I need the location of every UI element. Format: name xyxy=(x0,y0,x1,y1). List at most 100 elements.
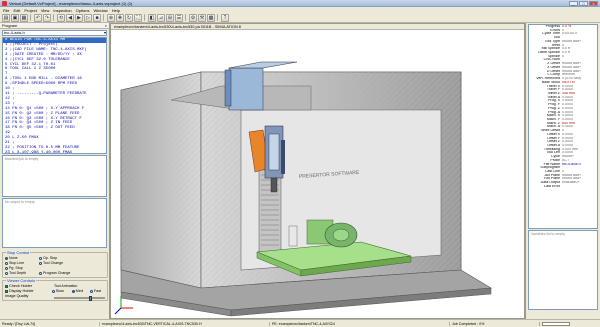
checkbox-icon xyxy=(5,290,8,293)
stop-option-program-change[interactable]: Program Change xyxy=(39,271,73,276)
app-icon xyxy=(2,0,7,6)
stop-icon[interactable]: ■ xyxy=(93,13,101,22)
viewer-controls-label: Viewer Controls xyxy=(6,278,37,283)
fit-icon[interactable]: ⛶ xyxy=(134,13,142,22)
machine-icon[interactable]: ▩ xyxy=(207,13,215,22)
menu-item-view[interactable]: View xyxy=(41,8,50,13)
step-icon[interactable]: ▷ xyxy=(84,13,92,22)
stop-control-label: Stop Control xyxy=(6,250,31,255)
status-job: Job Completed : 0% xyxy=(450,321,540,326)
compare-icon[interactable]: ⊞ xyxy=(166,13,174,22)
simulation-controls: Stop Control None Op. Stop Stop Line Tool C… xyxy=(2,250,108,318)
status-pe: PE: examplecnc\tanken\TNC-4-AXIS24 xyxy=(270,321,450,326)
stop-option-label: Tool Depth xyxy=(9,271,27,275)
stop-option-tool-depth[interactable]: Tool Depth xyxy=(5,271,39,276)
close-button[interactable]: × xyxy=(589,0,598,6)
menu-item-inspection[interactable]: Inspection xyxy=(53,8,71,13)
pan-icon[interactable]: ✥ xyxy=(116,13,124,22)
status-key: Last Error xyxy=(544,184,560,188)
nc-code-list[interactable]: 0 BEGIN PGM TNC-4-AXIS MM 1 ;(PROJECT : P… xyxy=(2,37,107,154)
machine-info-box: Machine/job to empty xyxy=(2,155,107,197)
radio-icon xyxy=(5,272,8,275)
menu-item-help[interactable]: Help xyxy=(112,8,120,13)
open-icon[interactable]: ▤ xyxy=(2,13,10,22)
radio-icon xyxy=(39,272,42,275)
measure-icon[interactable]: ⊿ xyxy=(157,13,165,22)
status-file: examplecnc\4-axis-tnc530\TNC-VERTICAL-4-… xyxy=(100,321,270,326)
menu-item-project[interactable]: Project xyxy=(24,8,36,13)
radio-icon xyxy=(39,257,42,260)
menu-item-window[interactable]: Window xyxy=(93,8,107,13)
reset-icon[interactable]: ⟲ xyxy=(57,13,65,22)
radio-icon xyxy=(89,290,93,293)
toolbar-separator xyxy=(103,14,105,21)
undo-icon[interactable]: ↶ xyxy=(34,13,42,22)
program-select[interactable]: tnc-4-axis.h ▾ xyxy=(2,30,107,36)
radio-icon xyxy=(51,290,55,293)
slider-thumb[interactable] xyxy=(89,295,93,301)
window-title: Vericut [Default.VcProject] - examplecnc… xyxy=(9,0,133,6)
speed-med-label: Med xyxy=(75,289,84,293)
output-info-text: No output to empty xyxy=(5,200,35,204)
program-panel-title: Program xyxy=(2,23,18,28)
chevron-down-icon: ▾ xyxy=(103,30,106,35)
radio-icon xyxy=(39,262,42,265)
program-select-value: tnc-4-axis.h xyxy=(4,30,25,35)
toolbar-separator xyxy=(217,14,219,21)
machine-info-text: Machine/job to empty xyxy=(5,157,39,161)
radio-icon xyxy=(71,290,75,293)
stop-control-options: None Op. Stop Stop Line Tool Change Pg. Stop… xyxy=(5,256,105,276)
saveas-icon[interactable]: ▦ xyxy=(20,13,28,22)
viewer-controls-group: Viewer Controls Check Holder Tool Animat… xyxy=(2,278,108,301)
rotate-icon[interactable]: ↻ xyxy=(125,13,133,22)
machine-status-grid: Progress 0.0 % Errors 0 Cycle Time 0:00:00.0 T… xyxy=(528,24,598,229)
rewind-icon[interactable]: ◀ xyxy=(66,13,74,22)
image-quality-row: Image Quality xyxy=(5,294,105,301)
speed-slow-label: Slow xyxy=(55,289,64,293)
close-icon[interactable]: × xyxy=(105,23,109,28)
play-icon[interactable]: ▶ xyxy=(75,13,83,22)
program-panel-header: Program × xyxy=(0,23,109,29)
simulation-viewport[interactable]: examplecnc\tanken\4-axis-tnc530\4-axis-t… xyxy=(110,23,525,319)
status-panel: Progress 0.0 % Errors 0 Cycle Time 0:00:00.0 T… xyxy=(525,23,600,319)
toolbar-separator xyxy=(30,14,32,21)
job-progress-bar xyxy=(542,321,570,326)
report-icon[interactable]: ☰ xyxy=(175,13,183,22)
stop-control-group: Stop Control None Op. Stop Stop Line Tool C… xyxy=(2,250,108,278)
menu-item-file[interactable]: File xyxy=(3,8,9,13)
speed-fast-label: Fast xyxy=(93,289,102,293)
image-quality-label: Image Quality xyxy=(5,294,29,298)
maximize-button[interactable]: □ xyxy=(579,0,588,6)
program-panel: Program × tnc-4-axis.h ▾ 0 BEGIN PGM TNC… xyxy=(0,23,110,319)
status-bar: Ready / [Dsy LvlL74] examplecnc\4-axis-t… xyxy=(0,319,600,327)
help-icon[interactable]: ? xyxy=(221,13,229,22)
radio-icon xyxy=(5,267,8,270)
stop-option-label: Program Change xyxy=(43,271,71,275)
minimize-button[interactable]: _ xyxy=(569,0,578,6)
toolbar: ▤ ▣ ▦ ↶ ↷ ⟲ ◀ ▶ ▷ ■ ⊕ ✥ ↻ ⛶ ◧ ⊿ ⊞ ☰ ⚙ ⚒ ▩? xyxy=(0,13,600,23)
speed-fast-radio[interactable]: Fast xyxy=(89,289,105,294)
speed-med-radio[interactable]: Med xyxy=(71,289,87,294)
menu-item-edit[interactable]: Edit xyxy=(13,8,20,13)
radio-icon xyxy=(5,262,8,265)
status-row: Last Error xyxy=(529,185,597,189)
redo-icon[interactable]: ↷ xyxy=(43,13,51,22)
tool-icon[interactable]: ⚒ xyxy=(198,13,206,22)
section-icon[interactable]: ◧ xyxy=(148,13,156,22)
window-buttons: _ □ × xyxy=(569,0,598,6)
status-value xyxy=(562,185,597,189)
setup-icon[interactable]: ⚙ xyxy=(189,13,197,22)
toolbar-separator xyxy=(185,14,187,21)
output-info-box: No output to empty xyxy=(2,198,107,248)
save-icon[interactable]: ▣ xyxy=(11,13,19,22)
image-quality-slider[interactable] xyxy=(54,295,105,301)
menu-item-options[interactable]: Options xyxy=(76,8,90,13)
toolbar-separator xyxy=(53,14,55,21)
zoom-icon[interactable]: ⊕ xyxy=(107,13,115,22)
nc-code-line[interactable]: 23 L X-107.988 Y-40.000 FMAX xyxy=(3,151,106,153)
toolbar-separator xyxy=(144,14,146,21)
speed-slow-radio[interactable]: Slow xyxy=(51,289,69,294)
radio-icon xyxy=(5,257,8,260)
machine-3d-view[interactable]: PRESERTOR SOFTWARE xyxy=(111,30,524,318)
variables-text: Variables list to empty xyxy=(531,232,565,236)
